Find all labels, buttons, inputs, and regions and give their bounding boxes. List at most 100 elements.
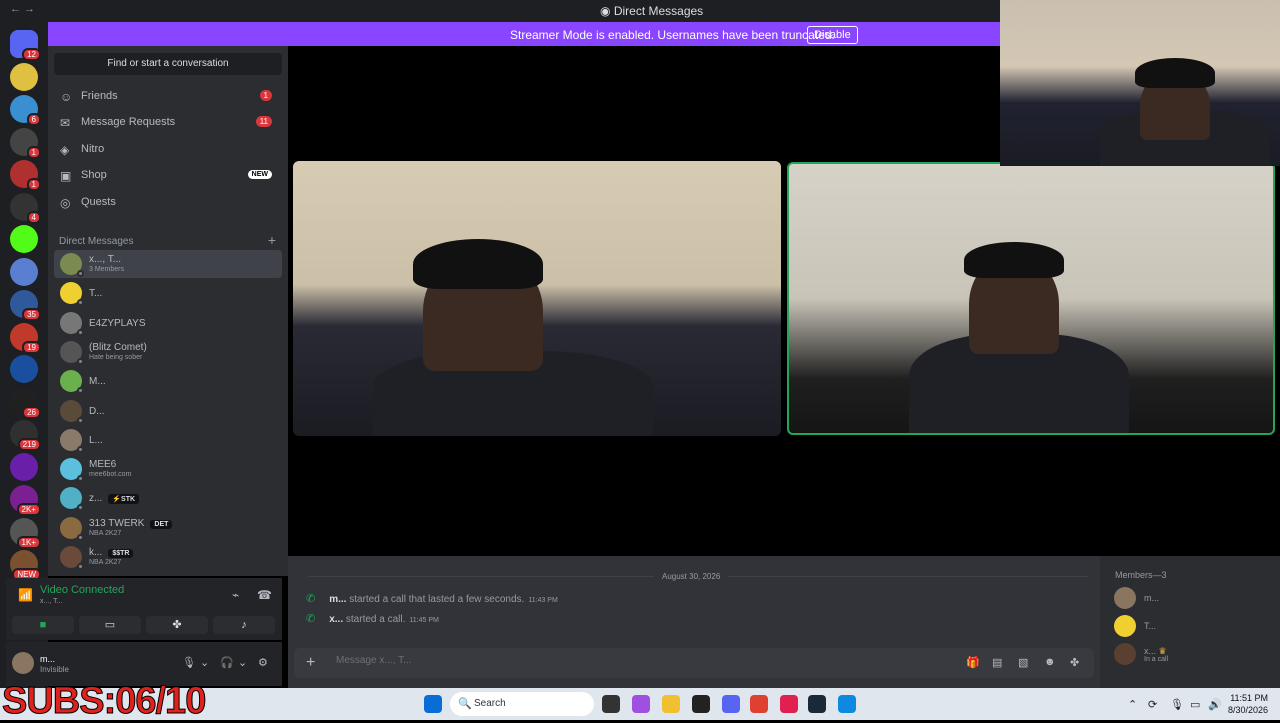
file-explorer-icon[interactable] bbox=[662, 695, 680, 713]
nav-quests[interactable]: ◎ Quests bbox=[54, 190, 282, 216]
dm-item[interactable]: x..., T... 3 Members bbox=[54, 250, 282, 278]
server-icon[interactable]: 26 bbox=[10, 387, 41, 419]
signal-icon[interactable]: 📶 bbox=[18, 588, 33, 602]
emoji-icon[interactable]: ☻ bbox=[1044, 656, 1056, 668]
server-icon[interactable]: 19 bbox=[10, 322, 41, 354]
dm-item[interactable]: D... bbox=[54, 397, 282, 425]
avatar bbox=[60, 546, 84, 570]
server-icon[interactable]: 1 bbox=[10, 160, 41, 191]
headphones-icon[interactable]: 🎧 bbox=[220, 656, 234, 669]
server-icon[interactable]: 35 bbox=[10, 290, 41, 321]
server-icon[interactable] bbox=[10, 225, 38, 253]
discord-taskbar-icon[interactable] bbox=[722, 695, 740, 713]
requests-count-badge: 11 bbox=[255, 116, 272, 127]
dm-item[interactable]: T... bbox=[54, 279, 282, 307]
dm-item[interactable]: 313 TWERK DET NBA 2K27 bbox=[54, 514, 282, 542]
message-user[interactable]: x... bbox=[329, 614, 343, 625]
status-dot bbox=[77, 387, 84, 395]
status-dot bbox=[77, 445, 84, 453]
dm-item[interactable]: z... ⚡STK bbox=[54, 484, 282, 512]
tiktok-icon[interactable] bbox=[780, 695, 798, 713]
chevron-down-icon[interactable]: ⌄ bbox=[200, 656, 209, 669]
system-clock[interactable]: 11:51 PM 8/30/2026 bbox=[1228, 692, 1268, 716]
voice-channel[interactable]: x..., T... bbox=[40, 598, 62, 605]
clan-tag: ⚡STK bbox=[108, 494, 140, 505]
member-activity: In a call bbox=[1144, 656, 1169, 663]
server-icon[interactable]: 12 bbox=[10, 30, 41, 61]
dm-item[interactable]: MEE6 mee6bot.com bbox=[54, 455, 282, 483]
server-icon[interactable] bbox=[10, 257, 38, 286]
member-item[interactable]: x... ♛ In a call bbox=[1114, 642, 1274, 666]
dm-item[interactable]: k... $$TR NBA 2K27 bbox=[54, 543, 282, 571]
avatar[interactable] bbox=[12, 652, 34, 674]
nav-label: Message Requests bbox=[81, 116, 176, 128]
nav-friends[interactable]: ☺ Friends 1 bbox=[54, 84, 282, 110]
chevron-up-icon[interactable]: ⌃ bbox=[1128, 698, 1137, 711]
server-icon[interactable] bbox=[10, 62, 38, 91]
screen-share-button[interactable]: ▭ bbox=[79, 616, 141, 634]
soundboard-button[interactable]: ♪ bbox=[213, 616, 275, 634]
gear-icon[interactable]: ⚙ bbox=[258, 656, 268, 669]
disable-button[interactable]: Disable bbox=[807, 26, 858, 44]
gif-icon[interactable]: ▤ bbox=[992, 656, 1002, 669]
server-icon[interactable] bbox=[10, 452, 38, 481]
server-icon[interactable]: 2K+ bbox=[10, 485, 41, 516]
chrome-icon[interactable] bbox=[750, 695, 768, 713]
nav-message-requests[interactable]: ✉ Message Requests 11 bbox=[54, 110, 282, 136]
dm-item[interactable]: (Blitz Comet) Hate being sober bbox=[54, 338, 282, 366]
message-input[interactable] bbox=[336, 655, 916, 666]
microphone-tray-icon[interactable]: 🎙 bbox=[1170, 698, 1184, 711]
video-tile-participant-2[interactable] bbox=[787, 162, 1275, 435]
taskbar-search[interactable]: 🔍 Search bbox=[450, 692, 594, 716]
find-conversation-button[interactable]: Find or start a conversation bbox=[54, 53, 282, 75]
message-user[interactable]: m... bbox=[329, 594, 346, 605]
noise-suppression-icon[interactable]: ⌁ bbox=[232, 588, 239, 602]
nav-shop[interactable]: ▣ Shop NEW bbox=[54, 163, 282, 189]
server-icon[interactable] bbox=[10, 355, 38, 383]
edge-icon[interactable] bbox=[838, 695, 856, 713]
server-icon[interactable]: NEW bbox=[10, 550, 41, 581]
steam-icon[interactable] bbox=[808, 695, 826, 713]
create-dm-icon[interactable]: + bbox=[268, 232, 276, 248]
windows-start-icon[interactable] bbox=[424, 695, 442, 713]
member-item[interactable]: m... bbox=[1114, 586, 1274, 610]
member-item[interactable]: T... bbox=[1114, 614, 1274, 638]
volume-icon[interactable]: 🔊 bbox=[1208, 698, 1222, 711]
copilot-icon[interactable] bbox=[632, 695, 650, 713]
dm-name: L... bbox=[89, 434, 103, 446]
disconnect-icon[interactable]: ☎ bbox=[257, 588, 272, 602]
server-icon[interactable]: 4 bbox=[10, 192, 41, 224]
video-tile-participant-1[interactable] bbox=[293, 161, 781, 436]
dm-item[interactable]: E4ZYPLAYS bbox=[54, 309, 282, 337]
dm-subtext: mee6bot.com bbox=[89, 471, 132, 479]
sync-icon[interactable]: ⟳ bbox=[1148, 698, 1157, 711]
chevron-down-icon[interactable]: ⌄ bbox=[238, 656, 247, 669]
gift-icon[interactable]: 🎁 bbox=[966, 656, 980, 669]
nav-arrows[interactable]: ← → bbox=[10, 3, 35, 15]
clan-tag: $$TR bbox=[108, 549, 134, 558]
apps-icon[interactable]: ✤ bbox=[1070, 656, 1079, 669]
obs-icon[interactable] bbox=[692, 695, 710, 713]
avatar bbox=[60, 282, 84, 307]
sticker-icon[interactable]: ▧ bbox=[1018, 656, 1028, 669]
status-dot bbox=[77, 270, 84, 277]
dm-item[interactable]: L... bbox=[54, 426, 282, 454]
network-icon[interactable]: ▭ bbox=[1190, 698, 1200, 711]
dm-name: E4ZYPLAYS bbox=[89, 317, 146, 329]
voice-status[interactable]: Video Connected bbox=[40, 584, 124, 596]
server-icon[interactable]: 219 bbox=[10, 420, 41, 451]
camera-button[interactable]: ■ bbox=[12, 616, 74, 634]
activities-button[interactable]: ✤ bbox=[146, 616, 208, 634]
task-view-icon[interactable] bbox=[602, 695, 620, 713]
server-icon[interactable]: 1K+ bbox=[10, 517, 41, 549]
attach-plus-icon[interactable]: + bbox=[306, 654, 315, 672]
dm-name: z... ⚡STK bbox=[89, 493, 140, 505]
person-cap bbox=[1135, 58, 1215, 88]
server-icon[interactable]: 1 bbox=[10, 127, 41, 159]
microphone-icon[interactable]: 🎙 bbox=[182, 656, 196, 669]
streamer-mode-banner: Streamer Mode is enabled. Usernames have… bbox=[48, 22, 1000, 46]
status-dot bbox=[77, 504, 84, 512]
server-icon[interactable]: 6 bbox=[10, 95, 41, 126]
dm-item[interactable]: M... bbox=[54, 367, 282, 395]
nav-nitro[interactable]: ◈ Nitro bbox=[54, 137, 282, 163]
